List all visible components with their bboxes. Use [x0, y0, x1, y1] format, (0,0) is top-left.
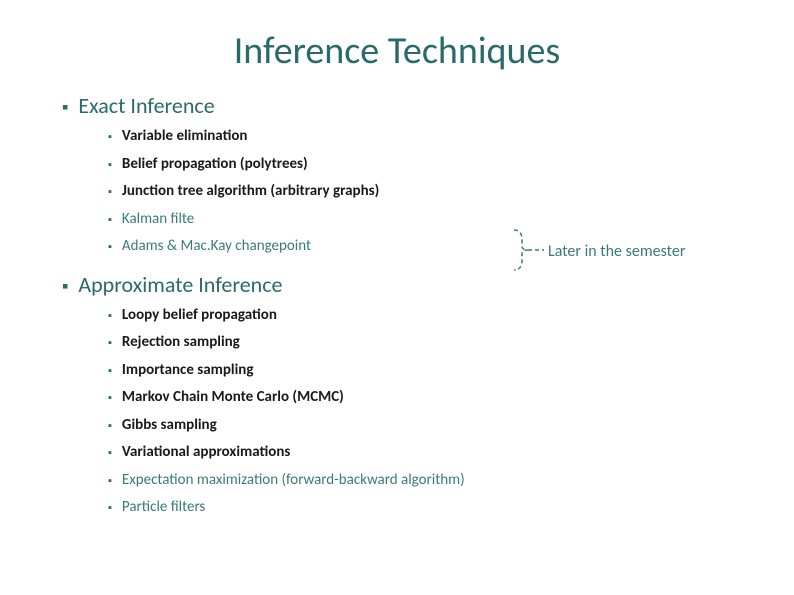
- bullet-icon: ▪: [108, 363, 112, 378]
- item-text: Rejection sampling: [122, 333, 240, 353]
- list-item: ▪ Expectation maximization (forward-back…: [108, 471, 742, 491]
- item-text: Junction tree algorithm (arbitrary graph…: [122, 182, 379, 202]
- item-text: Expectation maximization (forward-backwa…: [122, 471, 465, 491]
- bullet-icon: ▪: [108, 157, 112, 172]
- list-item: ▪ Particle filters: [108, 498, 742, 518]
- list-item: ▪ Rejection sampling: [108, 333, 742, 353]
- callout-label: Later in the semester: [548, 242, 685, 261]
- item-text: Gibbs sampling: [122, 416, 217, 436]
- bullet-icon: ▪: [62, 276, 68, 298]
- bracket-icon: [508, 228, 544, 272]
- exact-list: ▪ Variable elimination ▪ Belief propagat…: [108, 127, 742, 257]
- bullet-icon: ▪: [62, 97, 68, 119]
- list-item: ▪ Markov Chain Monte Carlo (MCMC): [108, 388, 742, 408]
- list-item: ▪ Kalman filte: [108, 210, 742, 230]
- item-text: Variational approximations: [122, 443, 290, 463]
- item-text: Variable elimination: [122, 127, 248, 147]
- bullet-icon: ▪: [108, 473, 112, 488]
- bullet-icon: ▪: [108, 239, 112, 254]
- item-text: Loopy belief propagation: [122, 306, 277, 326]
- bullet-icon: ▪: [108, 184, 112, 199]
- section-label: Approximate Inference: [78, 271, 282, 298]
- slide-title: Inference Techniques: [0, 28, 794, 74]
- section-heading-exact: ▪ Exact Inference: [62, 92, 742, 119]
- list-item: ▪ Variational approximations: [108, 443, 742, 463]
- bullet-icon: ▪: [108, 418, 112, 433]
- list-item: ▪ Loopy belief propagation: [108, 306, 742, 326]
- section-label: Exact Inference: [78, 92, 214, 119]
- list-item: ▪ Variable elimination: [108, 127, 742, 147]
- list-item: ▪ Belief propagation (polytrees): [108, 155, 742, 175]
- section-heading-approx: ▪ Approximate Inference: [62, 271, 742, 298]
- slide-content: ▪ Exact Inference ▪ Variable elimination…: [62, 92, 742, 532]
- item-text: Kalman filte: [122, 210, 194, 230]
- slide: Inference Techniques ▪ Exact Inference ▪…: [0, 0, 794, 595]
- item-text: Particle filters: [122, 498, 205, 518]
- bullet-icon: ▪: [108, 212, 112, 227]
- bullet-icon: ▪: [108, 129, 112, 144]
- list-item: ▪ Junction tree algorithm (arbitrary gra…: [108, 182, 742, 202]
- list-item: ▪ Importance sampling: [108, 361, 742, 381]
- list-item: ▪ Gibbs sampling: [108, 416, 742, 436]
- item-text: Importance sampling: [122, 361, 254, 381]
- approx-list: ▪ Loopy belief propagation ▪ Rejection s…: [108, 306, 742, 518]
- bullet-icon: ▪: [108, 390, 112, 405]
- item-text: Belief propagation (polytrees): [122, 155, 308, 175]
- bullet-icon: ▪: [108, 308, 112, 323]
- bullet-icon: ▪: [108, 500, 112, 515]
- item-text: Adams & Mac.Kay changepoint: [122, 237, 311, 257]
- bullet-icon: ▪: [108, 335, 112, 350]
- bullet-icon: ▪: [108, 445, 112, 460]
- item-text: Markov Chain Monte Carlo (MCMC): [122, 388, 344, 408]
